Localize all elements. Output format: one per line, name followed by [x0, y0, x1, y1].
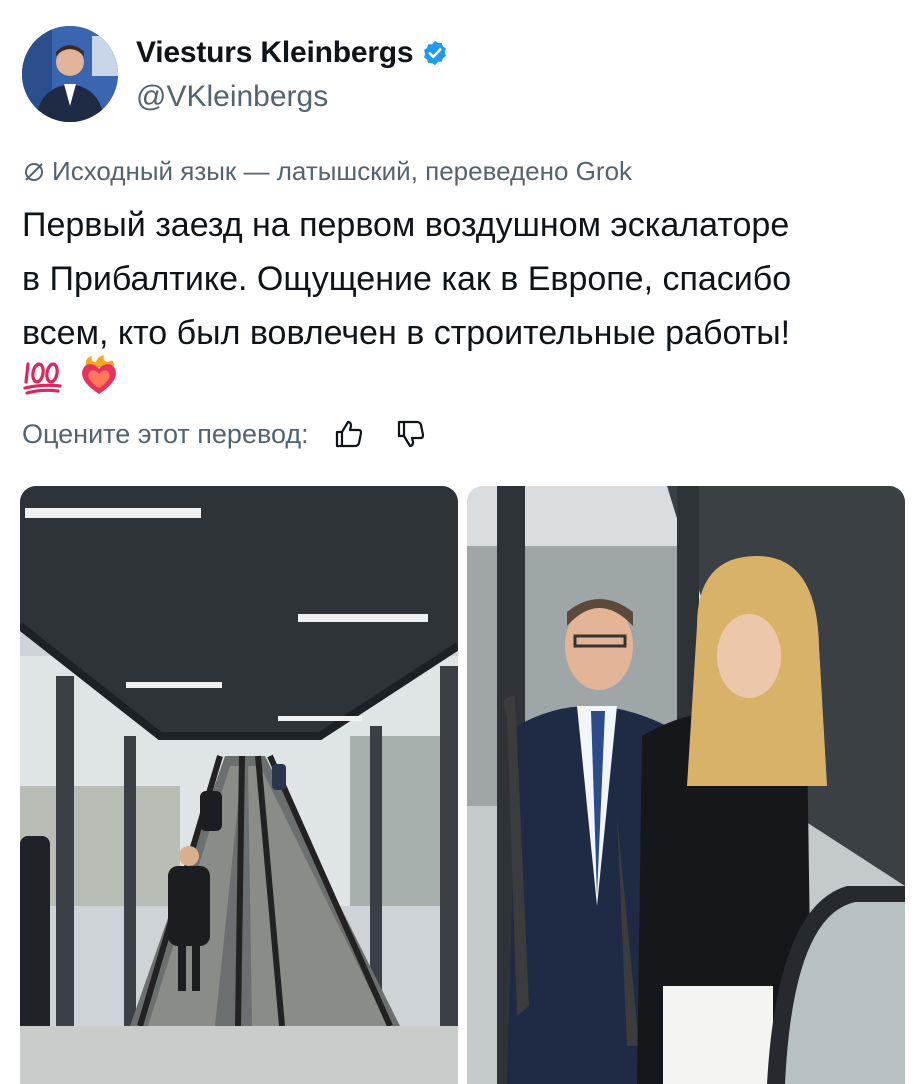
post-text-line: Первый заезд на первом воздушном эскалат…	[22, 206, 790, 244]
post-text-line: в Прибалтике. Ощущение как в Европе, спа…	[22, 260, 792, 298]
post-photo-people[interactable]	[467, 486, 905, 1084]
author-name[interactable]: Viesturs Kleinbergs	[136, 36, 414, 70]
rate-translation: Оцените этот перевод:	[22, 418, 427, 450]
rate-translation-label: Оцените этот перевод:	[22, 418, 309, 449]
heart-on-fire-emoji	[82, 355, 116, 394]
author-avatar[interactable]	[22, 26, 118, 122]
translation-note: Исходный язык — латышский, переведено Gr…	[22, 156, 632, 187]
translate-icon	[25, 162, 43, 181]
people-photo	[467, 486, 905, 1084]
post-text: Первый заезд на первом воздушном эскалат…	[22, 198, 902, 360]
author-handle[interactable]: @VKleinbergs	[136, 80, 328, 114]
thumbs-down-icon[interactable]	[395, 418, 427, 450]
post-photo-escalator[interactable]	[20, 486, 458, 1084]
verified-badge-icon	[424, 40, 447, 66]
thumbs-up-icon[interactable]	[333, 418, 365, 450]
avatar-image	[22, 26, 118, 122]
translation-note-text: Исходный язык — латышский, переведено Gr…	[52, 156, 633, 186]
hundred-points-emoji	[23, 362, 62, 395]
emoji-row	[22, 354, 120, 396]
escalator-photo	[20, 486, 458, 1084]
author-name-row[interactable]: Viesturs Kleinbergs	[136, 36, 449, 70]
post-text-line: всем, кто был вовлечен в строительные ра…	[22, 314, 791, 352]
